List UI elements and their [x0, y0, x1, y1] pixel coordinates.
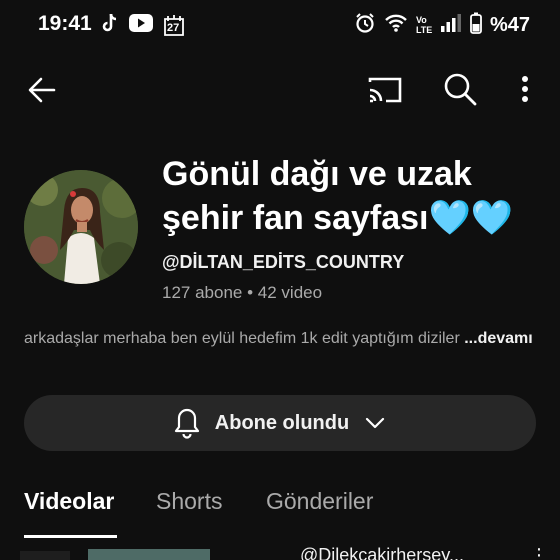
video-title: @Dilekcakirhersey...	[300, 545, 464, 560]
more-options-button[interactable]	[514, 72, 536, 108]
search-button[interactable]	[442, 70, 478, 108]
tab-shorts[interactable]: Shorts	[156, 488, 222, 515]
status-time: 19:41	[38, 12, 92, 35]
volte-icon: Vo LTE	[415, 15, 433, 35]
channel-description[interactable]: arkadaşlar merhaba ben eylül hedefim 1k …	[24, 326, 534, 352]
more-vert-icon	[522, 76, 528, 102]
top-toolbar	[0, 60, 560, 116]
status-bar: 19:41 27 Vo LTE %47	[0, 0, 560, 50]
cast-icon	[368, 77, 402, 103]
channel-avatar[interactable]	[24, 170, 138, 284]
video-list-item[interactable]: @Dilekcakirhersey... ⋮	[0, 545, 560, 560]
tab-posts[interactable]: Gönderiler	[266, 488, 373, 515]
status-left-icons: 27	[100, 12, 186, 38]
calendar-icon: 27	[162, 13, 186, 37]
signal-icon	[440, 13, 462, 38]
youtube-icon	[128, 13, 154, 38]
alarm-icon	[354, 12, 376, 39]
subscriber-count: 127 abone	[162, 283, 243, 302]
status-right-icons: Vo LTE %47	[354, 12, 530, 38]
video-thumbnail-edge	[20, 551, 70, 560]
description-text: arkadaşlar merhaba ben eylül hedefim 1k …	[24, 330, 465, 347]
back-button[interactable]	[24, 72, 60, 108]
battery-percent: %47	[489, 13, 530, 36]
channel-title: Gönül dağı ve uzak şehir fan sayfası🩵🩵	[162, 155, 514, 237]
video-more-icon[interactable]: ⋮	[530, 545, 548, 560]
wifi-icon	[384, 13, 408, 38]
calendar-day: 27	[167, 22, 180, 34]
bell-icon	[174, 408, 199, 439]
chevron-down-icon	[366, 417, 385, 429]
show-more-link[interactable]: ...devamı	[464, 330, 532, 347]
video-thumbnail[interactable]	[88, 549, 210, 560]
subscribe-label: Abone olundu	[214, 411, 350, 434]
arrow-left-icon	[28, 77, 56, 103]
channel-stats[interactable]: 127 abone • 42 video	[162, 283, 322, 303]
tiktok-icon	[100, 12, 120, 39]
tab-videos[interactable]: Videolar	[24, 488, 114, 515]
search-icon	[444, 73, 477, 106]
active-tab-indicator	[24, 535, 117, 538]
channel-tabs: Videolar Shorts Gönderiler	[0, 470, 560, 540]
subscribed-button[interactable]: Abone olundu	[24, 395, 536, 451]
cast-button[interactable]	[366, 72, 404, 108]
battery-icon	[470, 12, 482, 39]
channel-handle: @DİLTAN_EDİTS_COUNTRY	[162, 252, 405, 272]
stats-separator: •	[247, 283, 254, 302]
video-count: 42 video	[257, 283, 323, 302]
